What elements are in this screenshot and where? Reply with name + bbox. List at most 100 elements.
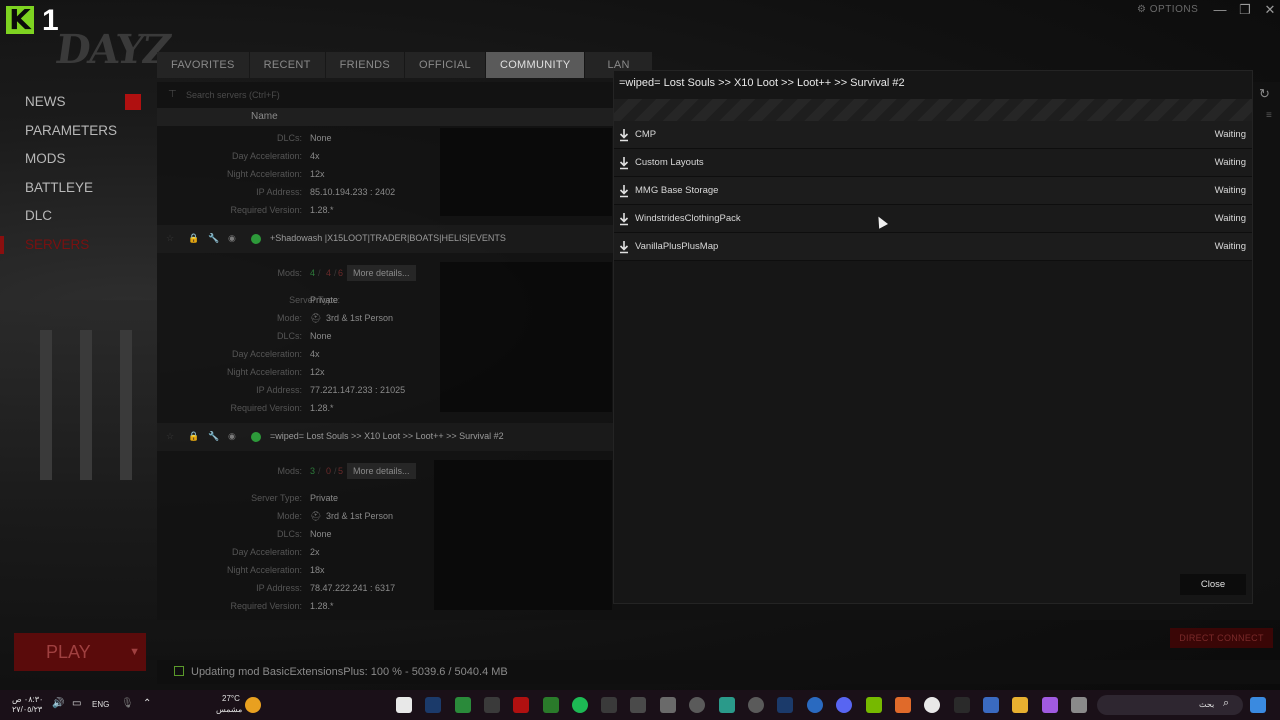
chevron-up-icon[interactable]: ⌃ (143, 698, 151, 709)
direct-connect-button[interactable]: DIRECT CONNECT (1170, 628, 1273, 648)
nav-item-mods[interactable]: MODS (0, 145, 157, 174)
close-button[interactable]: Close (1180, 574, 1246, 595)
background-pillar (80, 330, 92, 480)
value-ip-address: 85.10.194.233 : 2402 (310, 187, 396, 197)
brand-k-logo: K (6, 6, 34, 34)
star-icon[interactable]: ☆ (166, 233, 174, 244)
app-icon[interactable] (748, 697, 764, 713)
microphone-icon[interactable]: 🎙 (121, 698, 134, 709)
clock-time[interactable]: ٠٨:٣٠ ص (12, 695, 43, 704)
wrench-icon: 🔧 (208, 233, 220, 243)
label-ip-address: IP Address: (256, 583, 302, 593)
weather-temp[interactable]: 27°C (222, 694, 240, 703)
copilot-app-icon[interactable] (1042, 697, 1058, 713)
tab-favorites[interactable]: FAVORITES (157, 52, 249, 78)
steam-app-icon[interactable] (425, 697, 441, 713)
nvidia-app-icon[interactable] (866, 697, 882, 713)
more-details-button[interactable]: More details... (347, 463, 416, 479)
epic-games-app-icon[interactable] (954, 697, 970, 713)
value-mode: 3rd & 1st Person (326, 511, 394, 521)
nav-item-battleye[interactable]: BATTLEYE (0, 174, 157, 203)
label-required-version: Required Version: (230, 403, 302, 413)
search-input[interactable]: Search servers (Ctrl+F) (164, 86, 610, 104)
xbox-app-icon[interactable] (543, 697, 559, 713)
sort-icon[interactable]: ≡ (1266, 110, 1272, 121)
mods-total-count: 5 (338, 466, 344, 476)
chevron-down-icon[interactable]: ▼ (129, 633, 140, 671)
column-header-name[interactable]: Name (157, 108, 613, 126)
value-day-acceleration: 2x (310, 547, 320, 557)
value-server-type: Private (310, 295, 339, 305)
search-icon: ⌕ (1223, 697, 1230, 709)
app-icon[interactable] (484, 697, 500, 713)
label-day-acceleration: Day Acceleration: (231, 547, 302, 557)
discord-app-icon[interactable] (836, 697, 852, 713)
app-icon[interactable] (660, 697, 676, 713)
start-menu-icon[interactable] (1250, 697, 1266, 713)
mod-status: Waiting (1214, 185, 1246, 196)
map-preview (434, 460, 612, 610)
task-view-icon[interactable] (1071, 697, 1087, 713)
nav-item-parameters[interactable]: PARAMETERS (0, 117, 157, 146)
mods-missing-count: 4 (326, 268, 332, 278)
options-button[interactable]: ⚙ OPTIONS (1137, 4, 1198, 15)
lock-icon: 🔒 (188, 233, 200, 243)
app-icon[interactable] (689, 697, 705, 713)
battleye-icon: ◉ (228, 233, 236, 243)
dayz-logo: DAYZ (52, 26, 173, 73)
network-icon[interactable]: ▭ (72, 698, 81, 709)
weather-sun-icon[interactable] (245, 697, 261, 713)
tab-community[interactable]: COMMUNITY (485, 52, 585, 78)
label-mods: Mods: (277, 268, 302, 278)
app-icon[interactable] (807, 697, 823, 713)
tab-friends[interactable]: FRIENDS (325, 52, 405, 78)
minimize-icon[interactable]: — (1210, 2, 1230, 17)
person-icon: ⛑ (310, 313, 322, 323)
background-pillar (120, 330, 132, 480)
taskbar-search-placeholder: بحث (1199, 700, 1215, 709)
nav-item-dlc[interactable]: DLC (0, 202, 157, 231)
server-name: =wiped= Lost Souls >> X10 Loot >> Loot++… (270, 431, 504, 441)
label-server-type: Server Type: (251, 493, 302, 503)
brand-number: 1 (42, 4, 59, 37)
nav-item-servers[interactable]: SERVERS (0, 231, 157, 260)
mods-total-count: 6 (338, 268, 344, 278)
mod-row: VanillaPlusPlusMap Waiting (614, 233, 1252, 261)
maximize-icon[interactable]: ❐ (1235, 2, 1255, 18)
download-icon (619, 213, 629, 226)
dayz-app-icon[interactable] (396, 697, 412, 713)
netflix-app-icon[interactable] (513, 697, 529, 713)
chrome-app-icon[interactable] (924, 697, 940, 713)
app-icon[interactable] (455, 697, 471, 713)
refresh-icon[interactable]: ↻ (1259, 86, 1270, 102)
wrench-icon: 🔧 (208, 431, 220, 441)
volume-icon[interactable]: 🔊 (52, 698, 64, 709)
app-icon[interactable] (719, 697, 735, 713)
file-explorer-icon[interactable] (1012, 697, 1028, 713)
app-icon[interactable] (630, 697, 646, 713)
app-icon[interactable] (601, 697, 617, 713)
tab-official[interactable]: OFFICIAL (405, 52, 485, 78)
spotify-app-icon[interactable] (572, 697, 588, 713)
app-icon[interactable] (895, 697, 911, 713)
star-icon[interactable]: ☆ (166, 431, 174, 442)
language-indicator[interactable]: ENG (92, 700, 109, 709)
tab-recent[interactable]: RECENT (249, 52, 325, 78)
nav-label: NEWS (25, 94, 66, 109)
nav-item-news[interactable]: NEWS (0, 88, 157, 117)
more-details-button[interactable]: More details... (347, 265, 416, 281)
label-night-acceleration: Night Acceleration: (226, 565, 302, 575)
update-status-icon (174, 666, 184, 676)
download-icon (619, 241, 629, 254)
taskbar-search-input[interactable] (1097, 695, 1243, 715)
steam-app-icon[interactable] (777, 697, 793, 713)
weather-desc[interactable]: مشمس (216, 705, 242, 714)
notification-badge (125, 94, 141, 110)
label-mods: Mods: (277, 466, 302, 476)
play-button[interactable]: PLAY ▼ (14, 633, 146, 671)
clock-date[interactable]: ٢٧/٠٥/٢٣ (12, 705, 42, 714)
store-app-icon[interactable] (983, 697, 999, 713)
close-window-icon[interactable]: ✕ (1260, 2, 1280, 18)
person-icon: ⛑ (310, 511, 322, 521)
label-mode: Mode: (276, 511, 302, 521)
